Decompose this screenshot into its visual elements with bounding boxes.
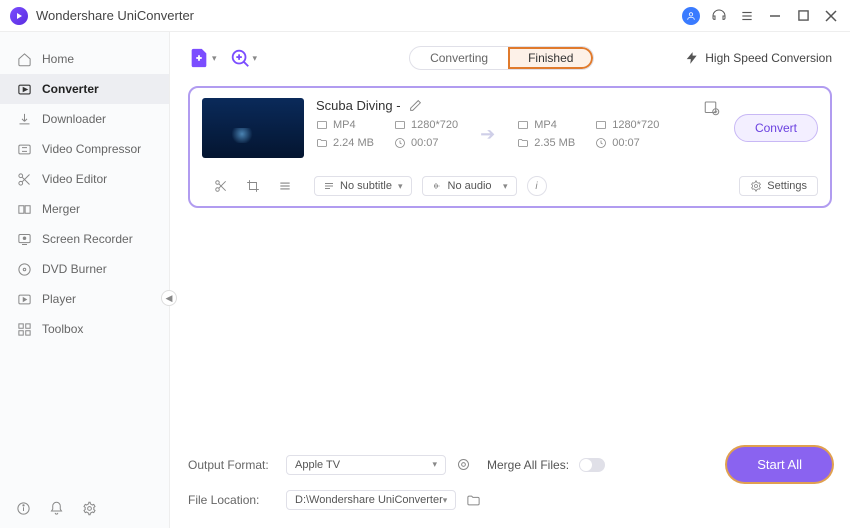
subtitle-select[interactable]: No subtitle ▾	[314, 176, 412, 196]
chevron-down-icon: ▾	[503, 181, 508, 192]
target-duration: 00:07	[612, 137, 640, 149]
recorder-icon	[16, 231, 32, 247]
audio-select[interactable]: No audio ▾	[422, 176, 517, 196]
account-avatar-icon[interactable]	[682, 7, 700, 25]
sidebar-item-home[interactable]: Home	[0, 44, 169, 74]
sidebar-item-recorder[interactable]: Screen Recorder	[0, 224, 169, 254]
trim-icon[interactable]	[214, 179, 228, 193]
settings-label: Settings	[767, 180, 807, 192]
target-resolution: 1280*720	[612, 119, 659, 131]
arrow-right-icon: ➔	[472, 124, 503, 145]
play-icon	[16, 291, 32, 307]
source-duration: 00:07	[411, 137, 439, 149]
file-location-value: D:\Wondershare UniConverter	[295, 494, 443, 506]
file-location-select[interactable]: D:\Wondershare UniConverter ▾	[286, 490, 456, 510]
sidebar-item-downloader[interactable]: Downloader	[0, 104, 169, 134]
file-card: Scuba Diving - MP4 1280*720 2.24 MB 00:0…	[188, 86, 832, 208]
merge-icon	[16, 201, 32, 217]
support-icon[interactable]	[710, 7, 728, 25]
bolt-icon	[685, 51, 699, 65]
rename-icon[interactable]	[409, 99, 422, 112]
sidebar-item-label: Downloader	[42, 112, 106, 126]
file-settings-button[interactable]: Settings	[739, 176, 818, 196]
open-folder-icon[interactable]	[466, 493, 481, 508]
compress-icon	[16, 141, 32, 157]
high-speed-label: High Speed Conversion	[705, 51, 832, 65]
maximize-button[interactable]	[794, 7, 812, 25]
tab-segmented: Converting Finished	[409, 46, 594, 70]
menu-icon[interactable]	[738, 7, 756, 25]
add-url-button[interactable]: ▾	[229, 47, 258, 69]
scissors-icon	[16, 171, 32, 187]
source-format: MP4	[333, 119, 356, 131]
start-all-button[interactable]: Start All	[727, 447, 832, 482]
output-format-label: Output Format:	[188, 458, 276, 472]
sidebar-item-label: Merger	[42, 202, 80, 216]
info-circle-button[interactable]: i	[527, 176, 547, 196]
sidebar: Home Converter Downloader Video Compress…	[0, 32, 170, 528]
target-size: 2.35 MB	[534, 137, 575, 149]
sidebar-item-label: Toolbox	[42, 322, 83, 336]
sidebar-item-toolbox[interactable]: Toolbox	[0, 314, 169, 344]
app-title: Wondershare UniConverter	[36, 8, 194, 23]
app-logo-icon	[10, 7, 28, 25]
bottom-bar: Output Format: Apple TV ▾ Merge All File…	[188, 439, 832, 518]
subtitle-value: No subtitle	[340, 180, 392, 192]
converter-icon	[16, 81, 32, 97]
sidebar-item-merger[interactable]: Merger	[0, 194, 169, 224]
chevron-down-icon: ▾	[443, 495, 448, 506]
toolbar: ▾ ▾ Converting Finished High Speed Conve…	[188, 38, 832, 78]
info-icon[interactable]	[16, 501, 31, 516]
target-icon[interactable]	[456, 457, 471, 472]
disc-icon	[16, 261, 32, 277]
crop-icon[interactable]	[246, 179, 260, 193]
sidebar-item-dvd[interactable]: DVD Burner	[0, 254, 169, 284]
sidebar-item-label: Video Compressor	[42, 142, 141, 156]
bell-icon[interactable]	[49, 501, 64, 516]
output-format-value: Apple TV	[295, 459, 340, 471]
sidebar-item-label: Converter	[42, 82, 99, 96]
chevron-down-icon: ▾	[432, 459, 437, 470]
close-button[interactable]	[822, 7, 840, 25]
convert-button[interactable]: Convert	[734, 114, 818, 142]
sidebar-item-label: DVD Burner	[42, 262, 107, 276]
download-icon	[16, 111, 32, 127]
grid-icon	[16, 321, 32, 337]
output-format-select[interactable]: Apple TV ▾	[286, 455, 446, 475]
tab-converting[interactable]: Converting	[410, 47, 508, 69]
merge-toggle[interactable]	[579, 458, 605, 472]
output-preset-icon[interactable]	[702, 98, 722, 118]
chevron-down-icon: ▾	[253, 53, 258, 64]
chevron-down-icon: ▾	[212, 53, 217, 64]
high-speed-toggle[interactable]: High Speed Conversion	[685, 51, 832, 65]
minimize-button[interactable]	[766, 7, 784, 25]
settings-icon[interactable]	[82, 501, 97, 516]
add-file-button[interactable]: ▾	[188, 47, 217, 69]
file-title: Scuba Diving -	[316, 98, 401, 113]
merge-label: Merge All Files:	[487, 458, 569, 472]
home-icon	[16, 51, 32, 67]
chevron-down-icon: ▾	[398, 181, 403, 192]
video-thumbnail[interactable]	[202, 98, 304, 158]
more-icon[interactable]	[278, 179, 292, 193]
tab-finished[interactable]: Finished	[508, 47, 593, 69]
source-size: 2.24 MB	[333, 137, 374, 149]
audio-value: No audio	[448, 180, 492, 192]
sidebar-item-label: Home	[42, 52, 74, 66]
file-location-label: File Location:	[188, 493, 276, 507]
sidebar-item-label: Video Editor	[42, 172, 107, 186]
sidebar-item-label: Player	[42, 292, 76, 306]
titlebar: Wondershare UniConverter	[0, 0, 850, 32]
sidebar-item-player[interactable]: Player	[0, 284, 169, 314]
sidebar-item-compressor[interactable]: Video Compressor	[0, 134, 169, 164]
collapse-sidebar-button[interactable]: ◀	[161, 290, 177, 306]
source-resolution: 1280*720	[411, 119, 458, 131]
target-format: MP4	[534, 119, 557, 131]
sidebar-item-editor[interactable]: Video Editor	[0, 164, 169, 194]
sidebar-item-label: Screen Recorder	[42, 232, 133, 246]
sidebar-item-converter[interactable]: Converter	[0, 74, 169, 104]
